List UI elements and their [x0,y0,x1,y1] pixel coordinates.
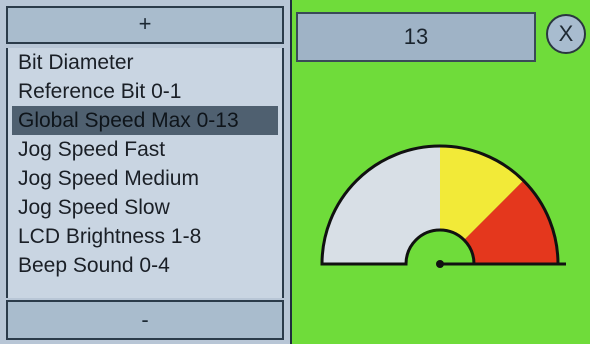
value-panel: 13 X [292,0,590,344]
settings-list[interactable]: Bit Diameter Reference Bit 0-1 Global Sp… [6,48,284,298]
list-item-selected[interactable]: Global Speed Max 0-13 [12,106,278,135]
gauge-zone-low [322,146,440,264]
list-item[interactable]: Jog Speed Fast [8,135,282,164]
settings-screen: + Bit Diameter Reference Bit 0-1 Global … [0,0,590,344]
gauge-needle-hub [436,260,444,268]
list-item[interactable]: Jog Speed Slow [8,193,282,222]
speed-gauge [320,144,566,268]
list-item[interactable]: Reference Bit 0-1 [8,77,282,106]
list-item[interactable]: Beep Sound 0-4 [8,251,282,280]
settings-panel: + Bit Diameter Reference Bit 0-1 Global … [0,0,292,344]
list-scroll-fade [8,284,282,298]
list-item[interactable]: Bit Diameter [8,48,282,77]
plus-icon: + [138,11,152,36]
list-item[interactable]: LCD Brightness 1-8 [8,222,282,251]
list-item[interactable]: Jog Speed Medium [8,164,282,193]
minus-icon: - [141,307,149,332]
increment-button[interactable]: + [6,6,284,44]
decrement-button[interactable]: - [6,300,284,340]
